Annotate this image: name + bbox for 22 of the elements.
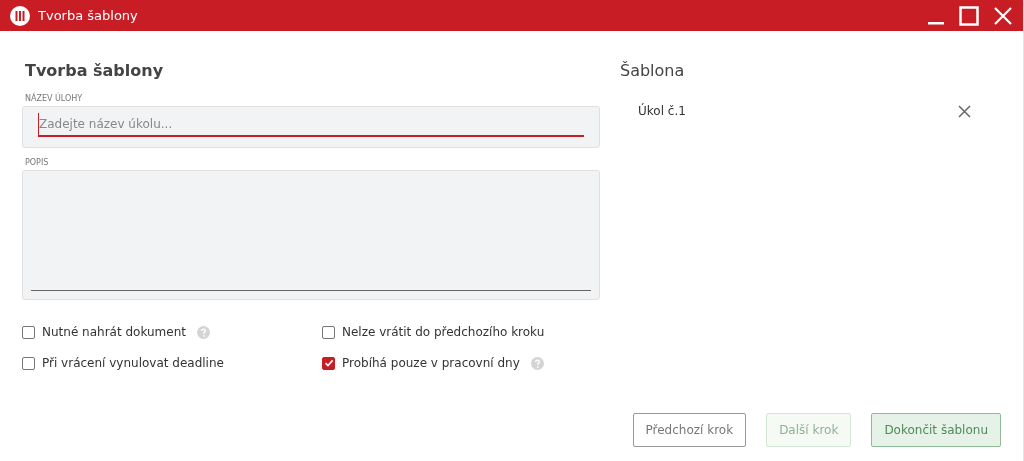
step-button[interactable]: Dokončit šablonu: [871, 413, 1001, 447]
remove-icon[interactable]: [958, 104, 971, 118]
checkbox-label[interactable]: Probíhá pouze v pracovní dny: [342, 356, 520, 370]
checkbox[interactable]: [22, 356, 35, 370]
checkbox[interactable]: [322, 325, 335, 339]
template-heading: Šablona: [620, 61, 686, 80]
task-name-field[interactable]: Zadejte název úkolu...: [22, 106, 600, 148]
close-icon[interactable]: [993, 5, 1013, 26]
template-item[interactable]: Úkol č.1: [638, 104, 686, 118]
checkbox-label[interactable]: Nelze vrátit do předchozího kroku: [342, 325, 545, 339]
field-label: POPIS: [25, 158, 50, 167]
logo-icon: [10, 5, 30, 26]
form-heading: Tvorba šablony: [25, 61, 165, 80]
checkbox[interactable]: [22, 325, 35, 339]
checkbox-label[interactable]: Nutné nahrát dokument: [42, 325, 186, 339]
checkbox-label[interactable]: Při vrácení vynulovat deadline: [42, 356, 224, 370]
description-field[interactable]: [22, 170, 600, 300]
window-title: Tvorba šablony: [38, 8, 138, 23]
checkbox[interactable]: [322, 356, 335, 370]
field-label: NÁZEV ÚLOHY: [25, 94, 84, 103]
step-button[interactable]: Předchozí krok: [632, 413, 747, 447]
maximize-icon[interactable]: [959, 5, 979, 26]
